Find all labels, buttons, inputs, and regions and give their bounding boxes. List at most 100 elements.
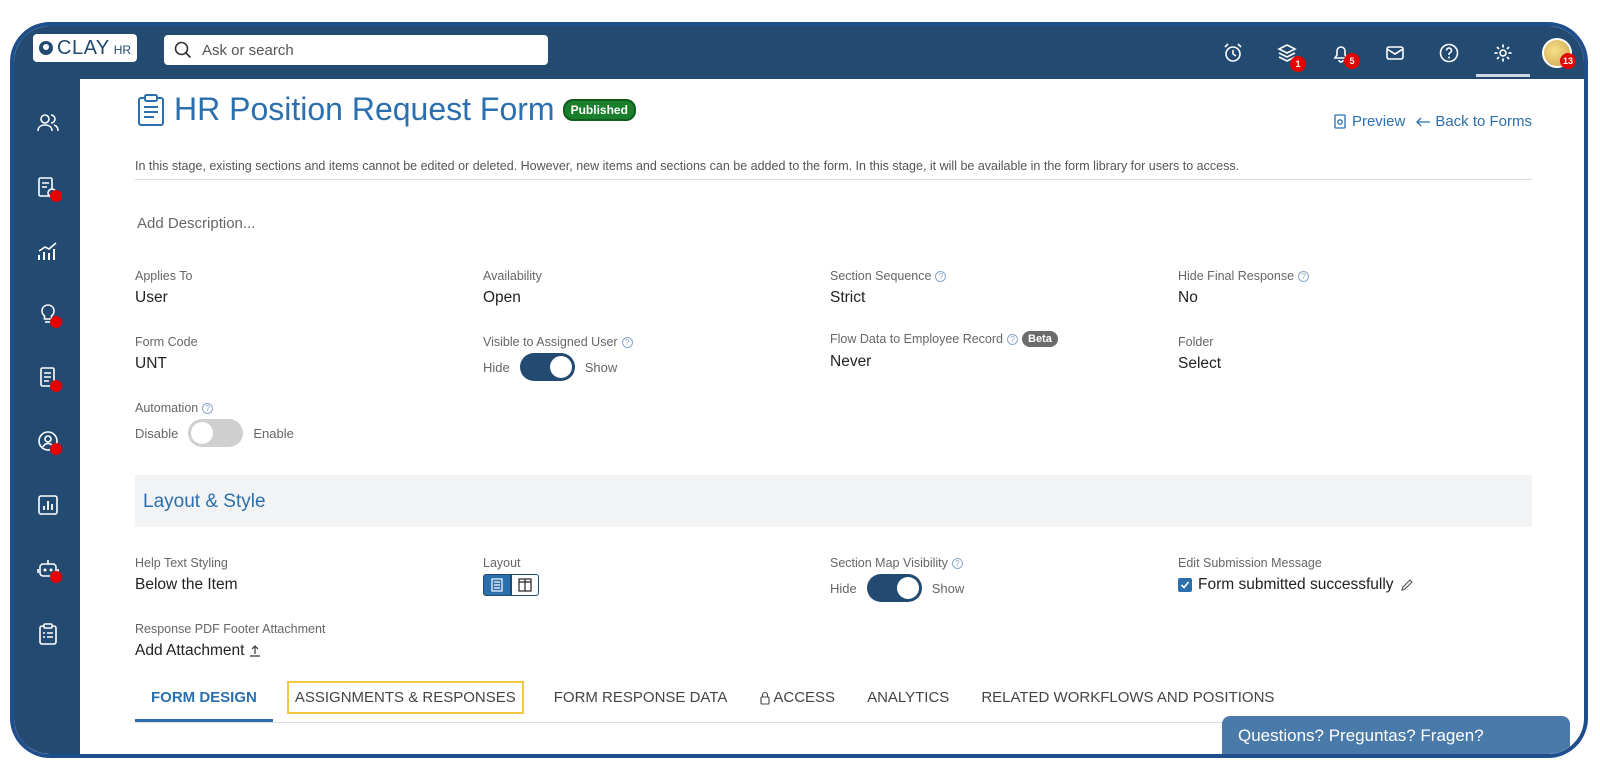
top-navbar: CLAY HR 1 5 (14, 26, 1584, 79)
left-sidebar (14, 79, 80, 754)
sidebar-item-reports[interactable] (34, 491, 62, 519)
clipboard-list-icon (39, 623, 57, 645)
visible-to-user-toggle[interactable] (519, 353, 575, 381)
search-icon (174, 41, 192, 59)
sidebar-item-checklist[interactable] (34, 620, 62, 648)
tab-related-workflows[interactable]: RELATED WORKFLOWS AND POSITIONS (965, 681, 1290, 716)
tab-form-design[interactable]: FORM DESIGN (135, 681, 273, 722)
help-text-styling-value[interactable]: Below the Item (135, 576, 238, 594)
status-badge: Published (562, 98, 636, 121)
gear-icon (1494, 44, 1512, 61)
pencil-icon[interactable] (1400, 578, 1414, 592)
tab-access[interactable]: ACCESS (743, 681, 851, 716)
toggle-off-label: Hide (483, 359, 510, 375)
help-icon[interactable]: ? (1007, 333, 1018, 345)
user-menu-button[interactable]: 13 (1530, 26, 1584, 79)
two-column-layout-button[interactable] (511, 574, 539, 596)
automation-toggle[interactable] (188, 419, 244, 447)
notification-dot (50, 380, 62, 392)
back-to-forms-link[interactable]: Back to Forms (1415, 113, 1532, 130)
chat-widget[interactable]: Questions? Preguntas? Fragen? (1222, 716, 1570, 754)
trending-chart-icon (38, 242, 57, 260)
main-content: HR Position Request Form Published Previ… (80, 79, 1584, 754)
form-code-label: Form Code (135, 335, 198, 349)
pdf-footer-label: Response PDF Footer Attachment (135, 622, 326, 636)
availability-value[interactable]: Open (483, 289, 542, 307)
preview-icon (1334, 114, 1346, 129)
sidebar-item-documents[interactable] (34, 364, 62, 392)
folder-field: Folder Select (1178, 335, 1221, 373)
bar-chart-icon (38, 495, 58, 515)
form-code-value[interactable]: UNT (135, 355, 198, 373)
notification-dot (50, 190, 62, 202)
search-input[interactable] (202, 41, 522, 59)
tab-analytics[interactable]: ANALYTICS (851, 681, 965, 716)
notification-dot (50, 571, 62, 583)
help-icon[interactable]: ? (935, 270, 947, 282)
page-header: HR Position Request Form Published (136, 91, 636, 128)
preview-link[interactable]: Preview (1333, 113, 1405, 130)
settings-button[interactable] (1476, 26, 1530, 79)
header-actions: Preview Back to Forms (1333, 113, 1532, 130)
preview-label: Preview (1351, 113, 1406, 130)
page-title: HR Position Request Form (174, 91, 555, 127)
help-icon[interactable]: ? (621, 336, 633, 348)
clayhr-logo[interactable]: CLAY HR (33, 34, 137, 62)
toggle-on-label: Show (931, 580, 965, 596)
layout-style-title: Layout & Style (143, 491, 266, 512)
sidebar-item-document-check[interactable] (34, 174, 62, 202)
top-icon-group: 1 5 13 (1206, 26, 1584, 79)
notifications-button[interactable]: 5 (1314, 26, 1368, 79)
section-map-toggle[interactable] (866, 574, 922, 602)
clipboard-form-icon (138, 93, 164, 126)
tab-form-response-data[interactable]: FORM RESPONSE DATA (538, 681, 744, 716)
help-icon (1439, 43, 1459, 62)
beta-badge: Beta (1022, 331, 1058, 347)
toggle-on-label: Show (584, 359, 618, 375)
tab-access-label: ACCESS (773, 689, 836, 706)
applies-to-value[interactable]: User (135, 289, 192, 307)
columns-layout-icon (518, 578, 532, 592)
toggle-on-label: Enable (253, 425, 294, 441)
add-attachment-button[interactable]: Add Attachment (135, 642, 325, 660)
toggle-knob (549, 356, 572, 378)
sidebar-item-bot[interactable] (34, 555, 62, 583)
layers-button[interactable]: 1 (1260, 26, 1314, 79)
alarm-clock-button[interactable] (1206, 26, 1260, 79)
upload-icon (250, 645, 261, 657)
submission-checkbox[interactable] (1178, 578, 1192, 592)
mail-icon (1386, 45, 1404, 60)
help-button[interactable] (1422, 26, 1476, 79)
avatar-badge: 13 (1560, 53, 1577, 69)
tab-assignments-responses[interactable]: ASSIGNMENTS & RESPONSES (286, 681, 524, 714)
hide-final-response-value[interactable]: No (1178, 289, 1309, 307)
section-map-field: Section Map Visibility? Hide Show (830, 556, 964, 602)
help-icon[interactable]: ? (951, 557, 963, 569)
layout-field: Layout (483, 556, 539, 596)
section-sequence-field: Section Sequence? Strict (830, 269, 947, 307)
flow-data-value[interactable]: Never (830, 353, 1058, 371)
help-text-styling-label: Help Text Styling (135, 556, 228, 570)
layout-style-header: Layout & Style (135, 475, 1532, 527)
add-description[interactable]: Add Description... (137, 215, 255, 232)
back-to-forms-label: Back to Forms (1435, 113, 1532, 130)
section-sequence-value[interactable]: Strict (830, 289, 946, 307)
visible-to-user-label: Visible to Assigned User (483, 335, 618, 349)
sidebar-item-profile[interactable] (34, 427, 62, 455)
help-icon[interactable]: ? (202, 402, 214, 414)
logo-sub: HR (113, 43, 132, 57)
messages-button[interactable] (1368, 26, 1422, 79)
folder-value[interactable]: Select (1178, 355, 1221, 373)
sidebar-item-ideas[interactable] (34, 300, 62, 328)
single-column-layout-button[interactable] (483, 574, 511, 596)
lock-icon (760, 691, 770, 705)
toggle-off-label: Disable (135, 425, 179, 441)
flow-data-field: Flow Data to Employee Record? Beta Never (830, 331, 1058, 371)
help-icon[interactable]: ? (1298, 270, 1310, 282)
sidebar-item-people[interactable] (34, 109, 62, 137)
section-map-label: Section Map Visibility (830, 556, 948, 570)
section-sequence-label: Section Sequence (830, 269, 932, 283)
sidebar-item-trends[interactable] (34, 237, 62, 265)
flow-data-label: Flow Data to Employee Record (830, 332, 1003, 346)
divider (135, 179, 1532, 180)
